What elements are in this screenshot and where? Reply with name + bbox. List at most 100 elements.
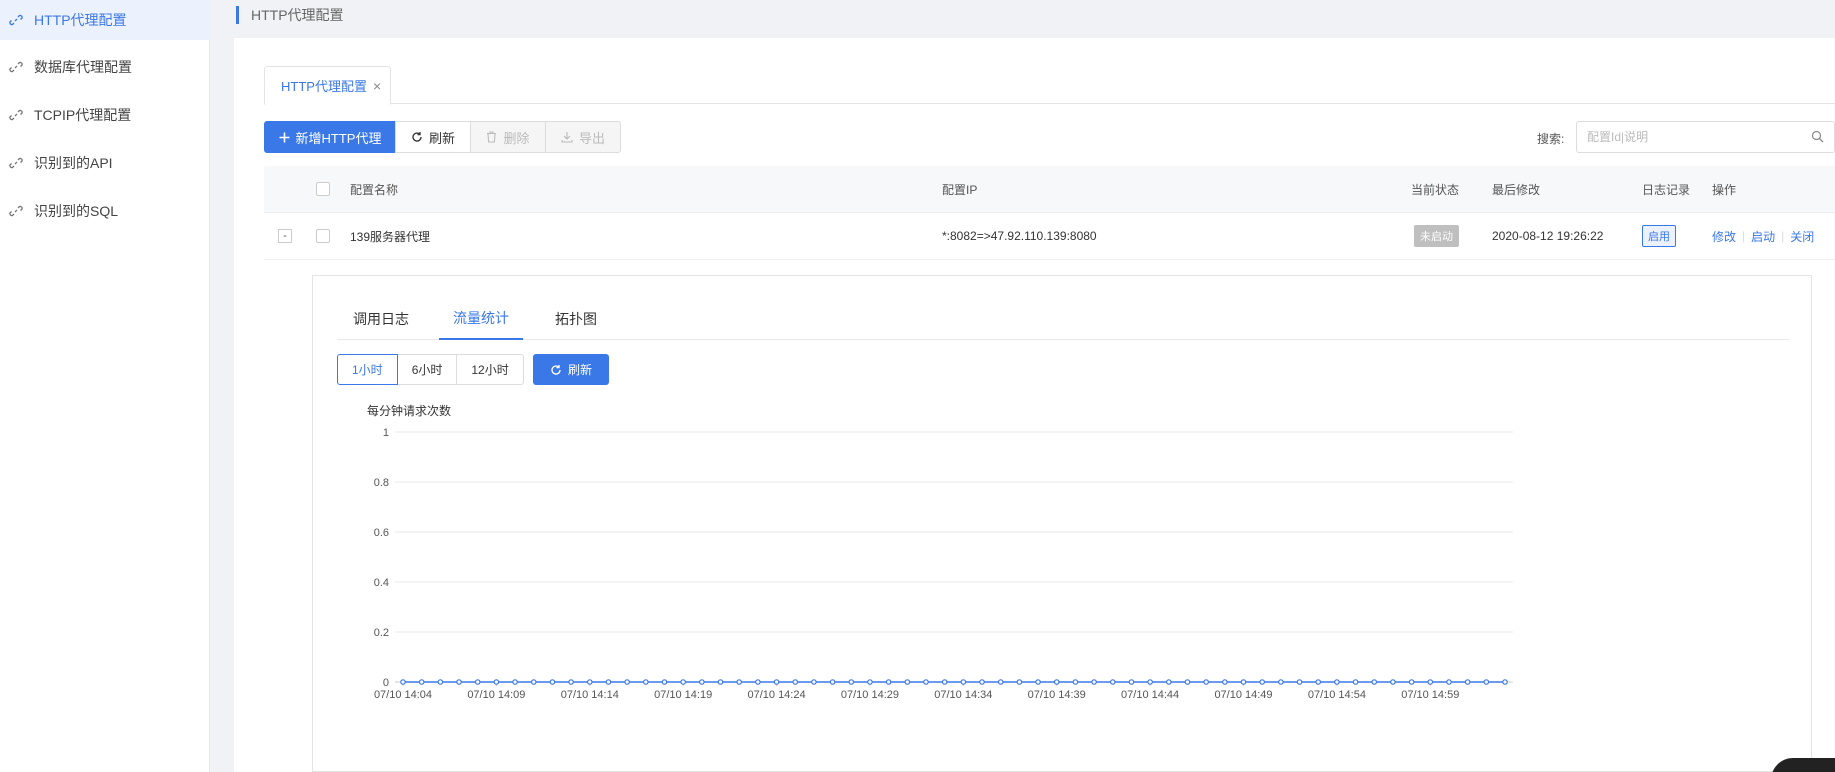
row-ops: 修改 | 启动 | 关闭 bbox=[1712, 213, 1814, 259]
data-point bbox=[960, 679, 967, 685]
search-input[interactable] bbox=[1587, 130, 1797, 144]
data-point bbox=[456, 679, 462, 685]
x-tick-label: 07/10 14:54 bbox=[1308, 689, 1366, 701]
start-link[interactable]: 启动 bbox=[1751, 228, 1775, 245]
data-point bbox=[1259, 679, 1265, 685]
data-point bbox=[661, 679, 668, 685]
delete-button[interactable]: 删除 bbox=[470, 121, 546, 153]
data-point bbox=[437, 679, 444, 685]
page-tab-http-proxy[interactable]: HTTP代理配置 × bbox=[264, 66, 391, 105]
x-tick-label: 07/10 14:59 bbox=[1401, 689, 1459, 701]
close-icon[interactable]: × bbox=[373, 78, 381, 94]
x-tick-label: 07/10 14:39 bbox=[1028, 689, 1086, 701]
sidebar-item-tcpip-proxy[interactable]: TCPIP代理配置 bbox=[0, 95, 210, 135]
data-point bbox=[624, 679, 630, 685]
data-point bbox=[1483, 679, 1490, 685]
chart-refresh-button[interactable]: 刷新 bbox=[533, 354, 609, 385]
tab-call-log[interactable]: 调用日志 bbox=[353, 298, 409, 340]
main-panel: HTTP代理配置 × 新增HTTP代理 刷新 删除 导出 搜索: 配置Id|说明… bbox=[234, 38, 1835, 772]
row-status-cell: 未启动 bbox=[1414, 213, 1459, 259]
requests-per-minute-chart: 0 0.2 0.4 0.6 0.8 1 07/10 14:04 07/10 14:09 07/1… bbox=[374, 427, 1513, 701]
page-tab-label: HTTP代理配置 bbox=[281, 79, 367, 94]
y-tick-label: 1 bbox=[383, 427, 389, 439]
range-1h-button[interactable]: 1小时 bbox=[337, 354, 398, 385]
data-point bbox=[829, 679, 836, 685]
link-icon bbox=[8, 107, 24, 123]
trash-icon bbox=[486, 131, 497, 143]
column-header-modified: 最后修改 bbox=[1492, 182, 1541, 197]
sidebar-item-label: 数据库代理配置 bbox=[34, 59, 132, 75]
data-point bbox=[1165, 679, 1172, 685]
edit-link[interactable]: 修改 bbox=[1712, 228, 1736, 245]
row-detail-panel: 调用日志 流量统计 拓扑图 1小时 6小时 12小时 刷新 每分钟请求次数 00… bbox=[312, 275, 1812, 772]
sidebar-item-identified-api[interactable]: 识别到的API bbox=[0, 143, 210, 183]
data-point bbox=[1053, 679, 1060, 685]
close-link[interactable]: 关闭 bbox=[1790, 228, 1814, 245]
data-point bbox=[1502, 679, 1508, 685]
sidebar-item-http-proxy[interactable]: HTTP代理配置 bbox=[0, 0, 210, 40]
data-point bbox=[1184, 679, 1191, 685]
download-icon bbox=[561, 131, 573, 143]
tab-traffic-stats[interactable]: 流量统计 bbox=[439, 298, 523, 340]
x-tick-label: 07/10 14:34 bbox=[934, 689, 992, 701]
search-box bbox=[1576, 121, 1835, 153]
row-checkbox[interactable] bbox=[316, 229, 330, 243]
data-point bbox=[643, 679, 649, 685]
refresh-icon bbox=[411, 131, 423, 143]
data-point bbox=[1464, 679, 1471, 685]
x-tick-label: 07/10 14:44 bbox=[1121, 689, 1179, 701]
op-divider: | bbox=[1781, 229, 1785, 243]
data-point bbox=[1016, 679, 1023, 685]
y-tick-label: 0.6 bbox=[374, 527, 389, 539]
data-point bbox=[1352, 679, 1359, 685]
tab-topology[interactable]: 拓扑图 bbox=[555, 298, 597, 340]
data-point bbox=[811, 679, 817, 685]
data-point bbox=[1109, 679, 1116, 685]
data-point bbox=[755, 679, 761, 685]
refresh-button[interactable]: 刷新 bbox=[395, 121, 471, 153]
data-point bbox=[848, 679, 855, 685]
breadcrumb-title: HTTP代理配置 bbox=[251, 7, 344, 23]
log-enabled-badge[interactable]: 启用 bbox=[1642, 225, 1676, 247]
range-6h-button[interactable]: 6小时 bbox=[396, 354, 458, 385]
collapse-row-button[interactable]: - bbox=[278, 229, 292, 243]
x-tick-label: 07/10 14:49 bbox=[1214, 689, 1272, 701]
x-tick-label: 07/10 14:19 bbox=[654, 689, 712, 701]
table-header: 配置名称 配置IP 当前状态 最后修改 日志记录 操作 bbox=[264, 166, 1835, 213]
data-point bbox=[530, 679, 537, 685]
data-point bbox=[1390, 679, 1396, 685]
data-point bbox=[885, 679, 892, 685]
data-point bbox=[1035, 679, 1041, 685]
sidebar-item-label: 识别到的API bbox=[34, 155, 113, 171]
plus-icon bbox=[279, 132, 290, 143]
search-label: 搜索: bbox=[1537, 132, 1565, 146]
select-all-checkbox[interactable] bbox=[316, 182, 330, 196]
data-point bbox=[568, 679, 574, 685]
export-button[interactable]: 导出 bbox=[545, 121, 621, 153]
time-range-group: 1小时 6小时 12小时 bbox=[337, 354, 524, 385]
add-http-proxy-button[interactable]: 新增HTTP代理 bbox=[264, 121, 396, 153]
data-point bbox=[773, 679, 780, 685]
y-tick-label: 0.8 bbox=[374, 477, 389, 489]
data-point bbox=[474, 679, 481, 685]
sidebar-item-identified-sql[interactable]: 识别到的SQL bbox=[0, 191, 210, 231]
link-icon bbox=[8, 59, 24, 75]
column-header-ip: 配置IP bbox=[942, 182, 978, 197]
row-modified: 2020-08-12 19:26:22 bbox=[1492, 229, 1604, 243]
data-point bbox=[1408, 679, 1415, 685]
sidebar-item-db-proxy[interactable]: 数据库代理配置 bbox=[0, 47, 210, 87]
range-12h-button[interactable]: 12小时 bbox=[456, 354, 524, 385]
data-point bbox=[1222, 679, 1228, 685]
sidebar-item-label: TCPIP代理配置 bbox=[34, 107, 132, 123]
row-checkbox-cell bbox=[316, 213, 330, 259]
search-icon[interactable] bbox=[1811, 130, 1824, 146]
column-header-log: 日志记录 bbox=[1642, 182, 1691, 197]
y-tick-label: 0 bbox=[383, 677, 389, 689]
data-point bbox=[1128, 679, 1135, 685]
data-point bbox=[1296, 679, 1303, 685]
data-point bbox=[512, 679, 518, 685]
column-header-ops: 操作 bbox=[1712, 182, 1737, 197]
data-point bbox=[680, 679, 686, 685]
expand-cell: - bbox=[278, 213, 292, 259]
data-point bbox=[904, 679, 911, 685]
